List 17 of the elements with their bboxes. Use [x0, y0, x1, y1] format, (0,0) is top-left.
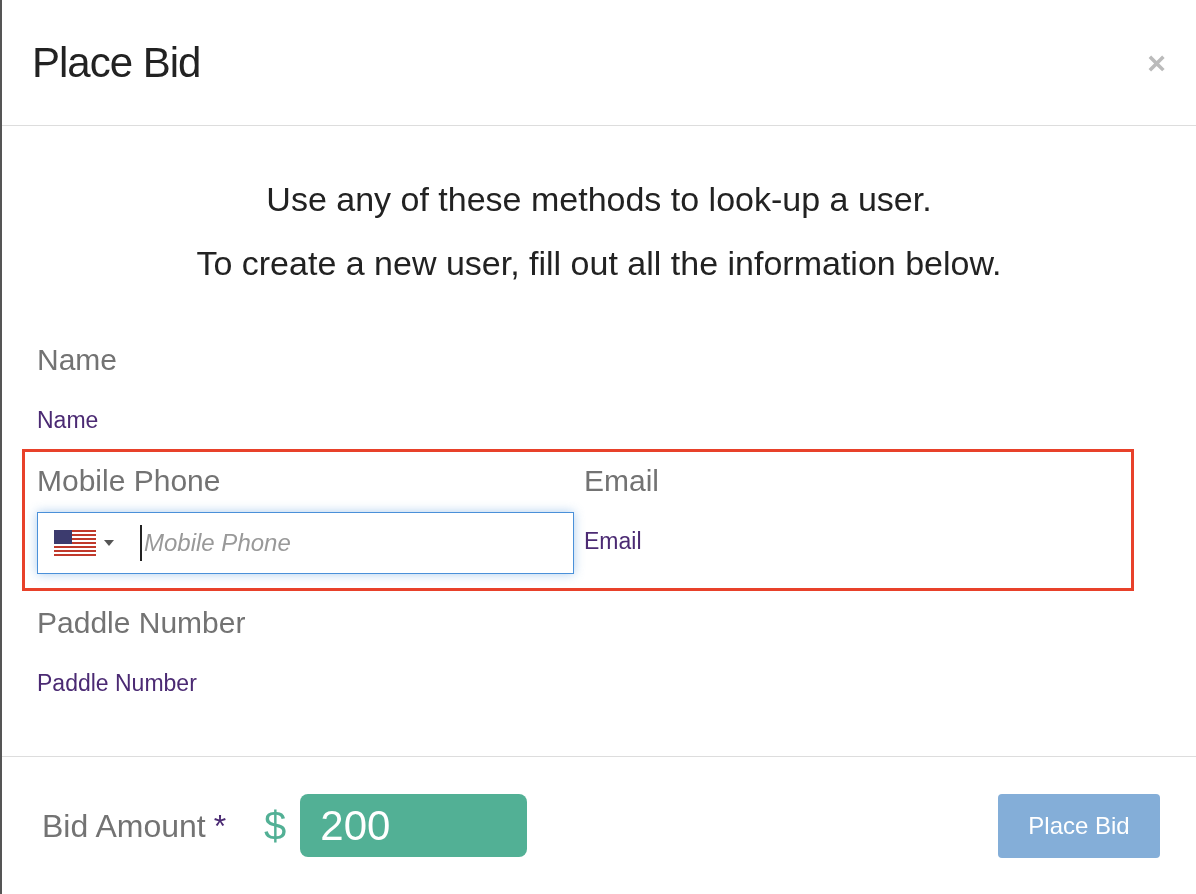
caret-icon	[104, 540, 114, 546]
editable-link[interactable]: Paddle Number	[37, 672, 197, 695]
modal-title: Place Bid	[32, 38, 201, 88]
flag-icon	[54, 530, 96, 556]
bid-amount-label: Bid Amount	[42, 806, 206, 846]
phone-input[interactable]: Mobile Phone	[140, 525, 573, 561]
instruction-text: Use any of these methods to look-up a user.	[266, 179, 932, 220]
field-label: Email	[584, 466, 660, 496]
currency-sign: $	[264, 802, 287, 850]
editable-link[interactable]: Name	[37, 409, 99, 432]
phone-input-field[interactable]: Mobile Phone	[37, 512, 574, 574]
field-label: Paddle Number	[37, 608, 246, 638]
field-label: Name	[37, 345, 118, 375]
editable-link[interactable]: Email	[584, 530, 642, 553]
field-label: Mobile Phone	[37, 466, 222, 496]
instruction-text: To create a new user, fill out all the information below.	[196, 243, 1002, 284]
required-mark: *	[213, 806, 227, 846]
